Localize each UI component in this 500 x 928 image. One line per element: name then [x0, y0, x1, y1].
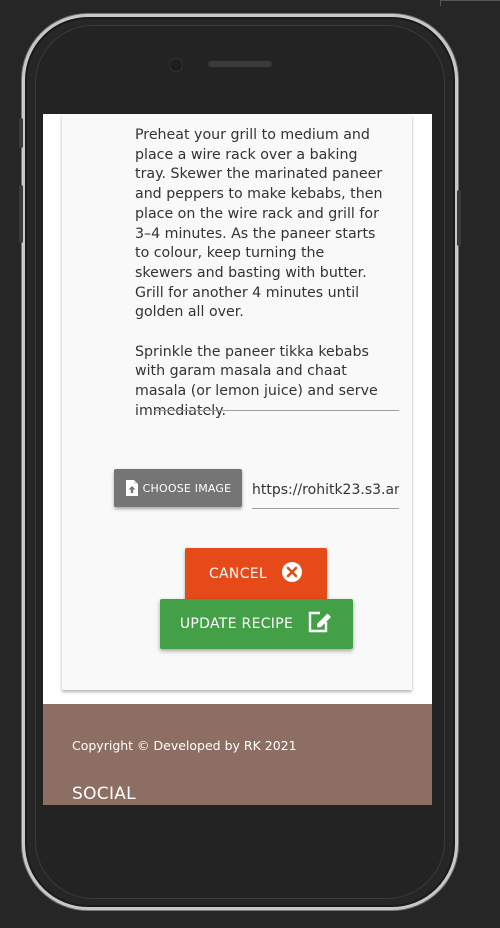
phone-side-button-left	[19, 185, 23, 243]
phone-side-button-right	[457, 190, 461, 246]
copyright-text: Copyright © Developed by RK 2021	[72, 738, 297, 753]
method-textarea[interactable]: Preheat your grill to medium and place a…	[135, 126, 385, 422]
edit-icon	[307, 610, 333, 638]
choose-image-label: CHOOSE IMAGE	[142, 481, 232, 495]
window-corner	[440, 0, 500, 6]
page-footer: Copyright © Developed by RK 2021 SOCIAL	[43, 704, 432, 805]
update-recipe-label: UPDATE RECIPE	[179, 616, 294, 632]
phone-side-button-left	[19, 118, 23, 148]
cancel-label: CANCEL	[208, 566, 268, 582]
social-heading: SOCIAL	[72, 784, 136, 804]
file-upload-icon	[125, 479, 139, 497]
phone-camera	[169, 58, 183, 72]
phone-speaker	[208, 61, 272, 67]
method-paragraph: Preheat your grill to medium and place a…	[135, 127, 383, 321]
image-path-input[interactable]: https://rohitk23.s3.amazonaws.com	[252, 476, 399, 509]
cancel-button[interactable]: CANCEL	[185, 548, 327, 600]
update-recipe-button[interactable]: UPDATE RECIPE	[160, 599, 353, 649]
method-field-underline	[154, 410, 399, 411]
cancel-circle-icon	[281, 561, 303, 587]
choose-image-button[interactable]: CHOOSE IMAGE	[114, 469, 242, 507]
phone-screen: Preheat your grill to medium and place a…	[43, 114, 432, 805]
edit-recipe-card: Preheat your grill to medium and place a…	[62, 114, 412, 690]
